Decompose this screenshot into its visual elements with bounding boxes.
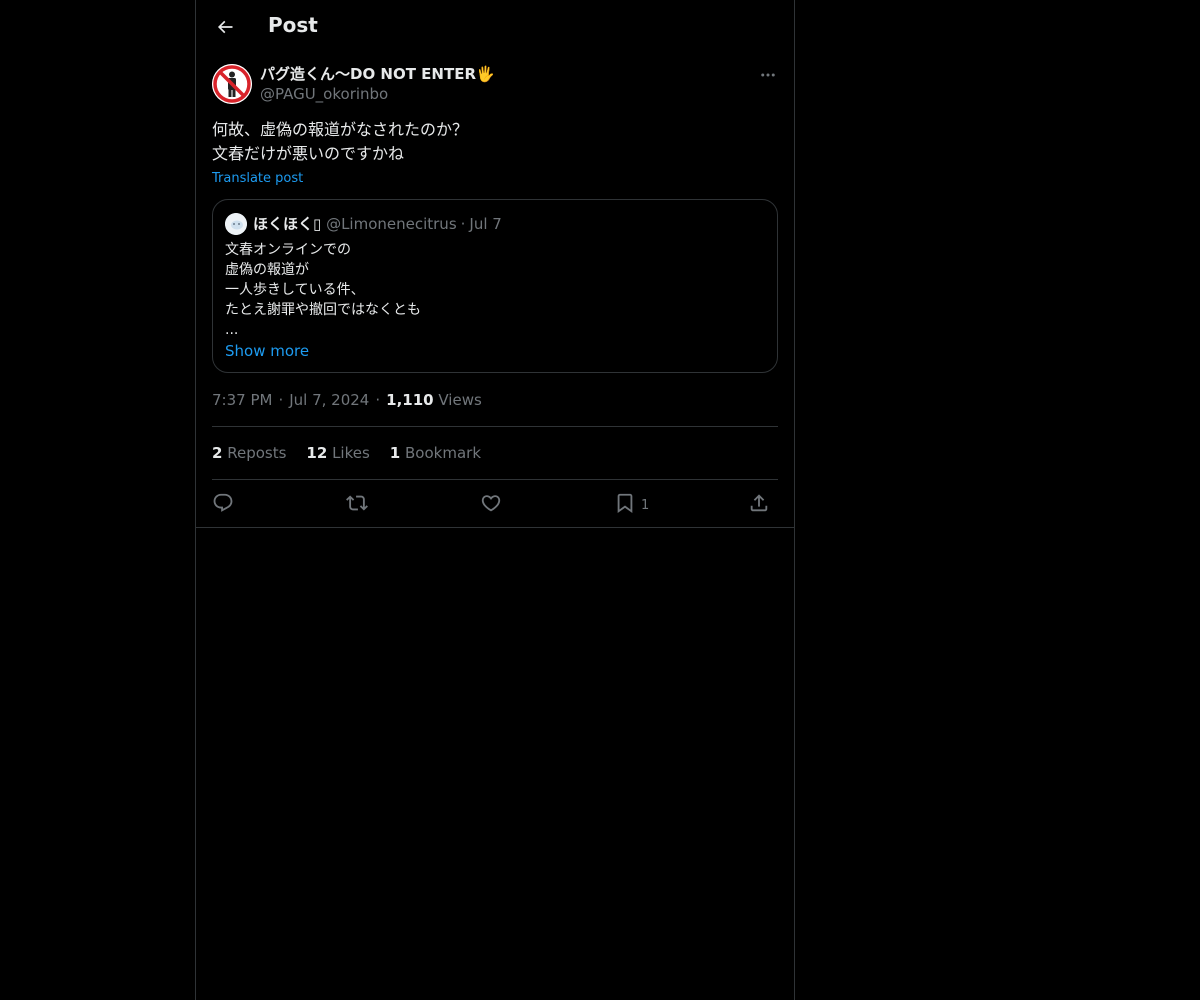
arrow-left-icon	[217, 20, 233, 34]
post-text-line: 文春だけが悪いのですかね	[212, 144, 405, 163]
bookmarks-stat[interactable]: 1 Bookmark	[390, 443, 481, 463]
likes-count: 12	[306, 444, 328, 462]
views-label: Views	[438, 391, 482, 409]
quote-avatar-image-icon	[225, 213, 247, 235]
quote-text-line: 虚偽の報道が	[225, 262, 309, 278]
reposts-label: Reposts	[227, 444, 287, 462]
more-options-button[interactable]	[756, 64, 780, 86]
like-button[interactable]	[480, 490, 502, 516]
page-title: Post	[268, 13, 318, 37]
divider	[212, 479, 778, 480]
divider	[196, 527, 794, 528]
reposts-count: 2	[212, 444, 223, 462]
show-more-link[interactable]: Show more	[225, 340, 309, 362]
post-header: Post	[196, 0, 794, 53]
quote-separator: ·	[460, 215, 466, 233]
post-text: 何故、虚偽の報道がなされたのか？ 文春だけが悪いのですかね	[212, 118, 778, 166]
author-avatar[interactable]	[212, 64, 252, 104]
share-icon	[750, 494, 768, 512]
no-entry-person-icon	[212, 64, 252, 104]
reply-button[interactable]	[212, 490, 234, 516]
quote-text: 文春オンラインでの 虚偽の報道が 一人歩きしている件、 たとえ謝罪や撤回ではなく…	[225, 240, 421, 340]
timestamp-separator: ·	[278, 391, 284, 409]
action-bar: 1	[212, 490, 778, 518]
quoted-post[interactable]: ほくほく▯ @Limonenecitrus · Jul 7 文春オンラインでの 虚偽…	[212, 199, 778, 373]
post-time[interactable]: 7:37 PM	[212, 391, 272, 409]
repost-icon	[346, 495, 368, 511]
quote-author-name: ほくほく	[253, 215, 314, 233]
translate-post-link[interactable]: Translate post	[212, 169, 303, 189]
bookmark-button[interactable]: 1	[614, 490, 649, 516]
bookmarks-label: Bookmark	[405, 444, 482, 462]
quote-author-handle: @Limonenecitrus	[326, 215, 457, 233]
author-info: パグ造くん〜DO NOT ENTER🖐 @PAGU_okorinbo	[260, 64, 495, 104]
quote-text-line: ...	[225, 322, 239, 338]
author-handle[interactable]: @PAGU_okorinbo	[260, 84, 495, 104]
quote-text-line: 文春オンラインでの	[225, 242, 351, 258]
quote-text-line: たとえ謝罪や撤回ではなくとも	[225, 302, 421, 318]
views-count: 1,110	[386, 391, 434, 409]
bookmark-icon	[617, 493, 633, 514]
ellipsis-icon	[761, 73, 775, 77]
post-column: Post パグ造くん〜DO NOT ENTER🖐 @PAGU_okorinbo …	[195, 0, 795, 1000]
quote-name-emoji-placeholder: ▯	[313, 215, 322, 233]
divider	[212, 426, 778, 427]
likes-label: Likes	[332, 444, 370, 462]
timestamp-separator: ·	[375, 391, 381, 409]
bookmarks-count: 1	[389, 444, 401, 462]
author-name[interactable]: パグ造くん〜DO NOT ENTER🖐	[260, 64, 495, 84]
reply-icon	[213, 493, 233, 512]
quote-text-line: 一人歩きしている件、	[225, 282, 365, 298]
back-button[interactable]	[208, 10, 242, 44]
likes-stat[interactable]: 12 Likes	[306, 443, 369, 463]
quote-avatar[interactable]	[225, 213, 247, 235]
reposts-stat[interactable]: 2 Reposts	[212, 443, 286, 463]
quote-date: Jul 7	[469, 215, 502, 233]
share-button[interactable]	[748, 490, 770, 516]
repost-button[interactable]	[346, 490, 368, 516]
post-timestamp: 7:37 PM · Jul 7, 2024 · 1,110 Views	[212, 390, 482, 410]
post-text-line: 何故、虚偽の報道がなされたのか？	[212, 120, 469, 139]
post-date[interactable]: Jul 7, 2024	[289, 391, 369, 409]
bookmark-action-count: 1	[641, 497, 650, 513]
post-stats: 2 Reposts 12 Likes 1 Bookmark	[212, 443, 481, 463]
heart-icon	[481, 495, 501, 512]
quote-meta: ほくほく▯ @Limonenecitrus · Jul 7	[253, 213, 502, 235]
